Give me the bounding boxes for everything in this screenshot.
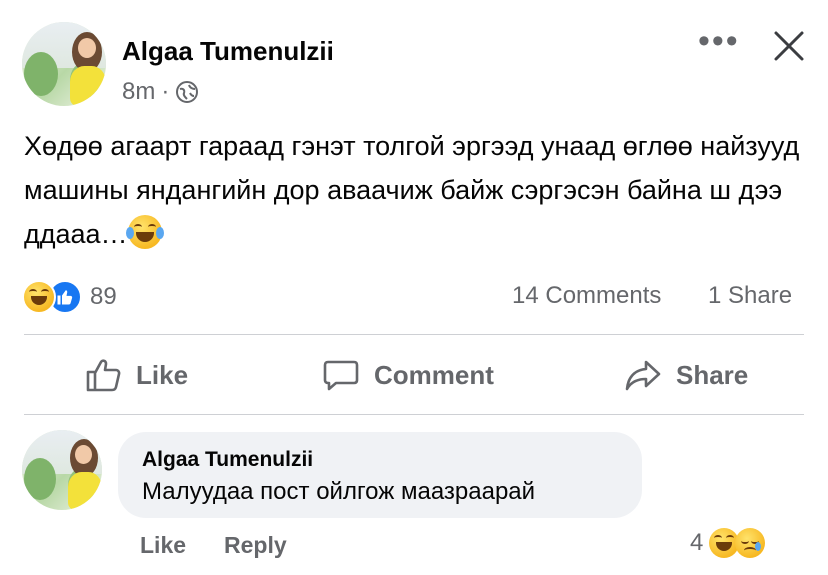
post-text: Хөдөө агаарт гараад гэнэт толгой эргээд … [24, 124, 814, 256]
comment-reply-button[interactable]: Reply [224, 532, 287, 559]
like-button[interactable]: Like [84, 356, 188, 394]
comment-label: Comment [374, 359, 494, 390]
comment-reaction-count: 4 [690, 529, 704, 556]
comment-reactions[interactable]: 4 [690, 528, 766, 558]
meta-separator: · [161, 78, 170, 105]
comment-like-button[interactable]: Like [140, 532, 186, 559]
post-meta: 8m · [122, 78, 199, 106]
comment-count[interactable]: 14 Comments [512, 282, 661, 310]
comment-button[interactable]: Comment [322, 356, 494, 394]
divider [24, 414, 804, 415]
share-arrow-icon [624, 356, 662, 394]
like-label: Like [136, 359, 189, 390]
more-options-icon[interactable]: ••• [698, 24, 740, 58]
reaction-count[interactable]: 89 [90, 283, 117, 311]
post-time[interactable]: 8m [122, 78, 155, 106]
thumbs-up-icon [84, 356, 122, 394]
globe-icon [175, 80, 199, 104]
share-button[interactable]: Share [624, 356, 748, 394]
close-icon[interactable] [772, 29, 806, 63]
share-label: Share [676, 359, 749, 390]
comment-icon [322, 356, 360, 394]
commenter-avatar[interactable] [22, 430, 102, 510]
reaction-summary[interactable]: 89 [22, 280, 117, 314]
divider [24, 334, 804, 335]
comment-author-name[interactable]: Algaa Tumenulzii [142, 448, 313, 472]
author-avatar[interactable] [22, 22, 106, 106]
laughing-tears-emoji-icon [125, 215, 164, 249]
comment-text: Малуудаа пост ойлгож маазраарай [142, 478, 536, 505]
share-count[interactable]: 1 Share [708, 282, 792, 310]
post-author-name[interactable]: Algaa Tumenulzii [122, 36, 334, 67]
sad-reaction-icon [735, 528, 766, 558]
haha-reaction-icon [22, 280, 56, 314]
comment-bubble[interactable]: Algaa Tumenulzii Малуудаа пост ойлгож ма… [118, 432, 642, 518]
